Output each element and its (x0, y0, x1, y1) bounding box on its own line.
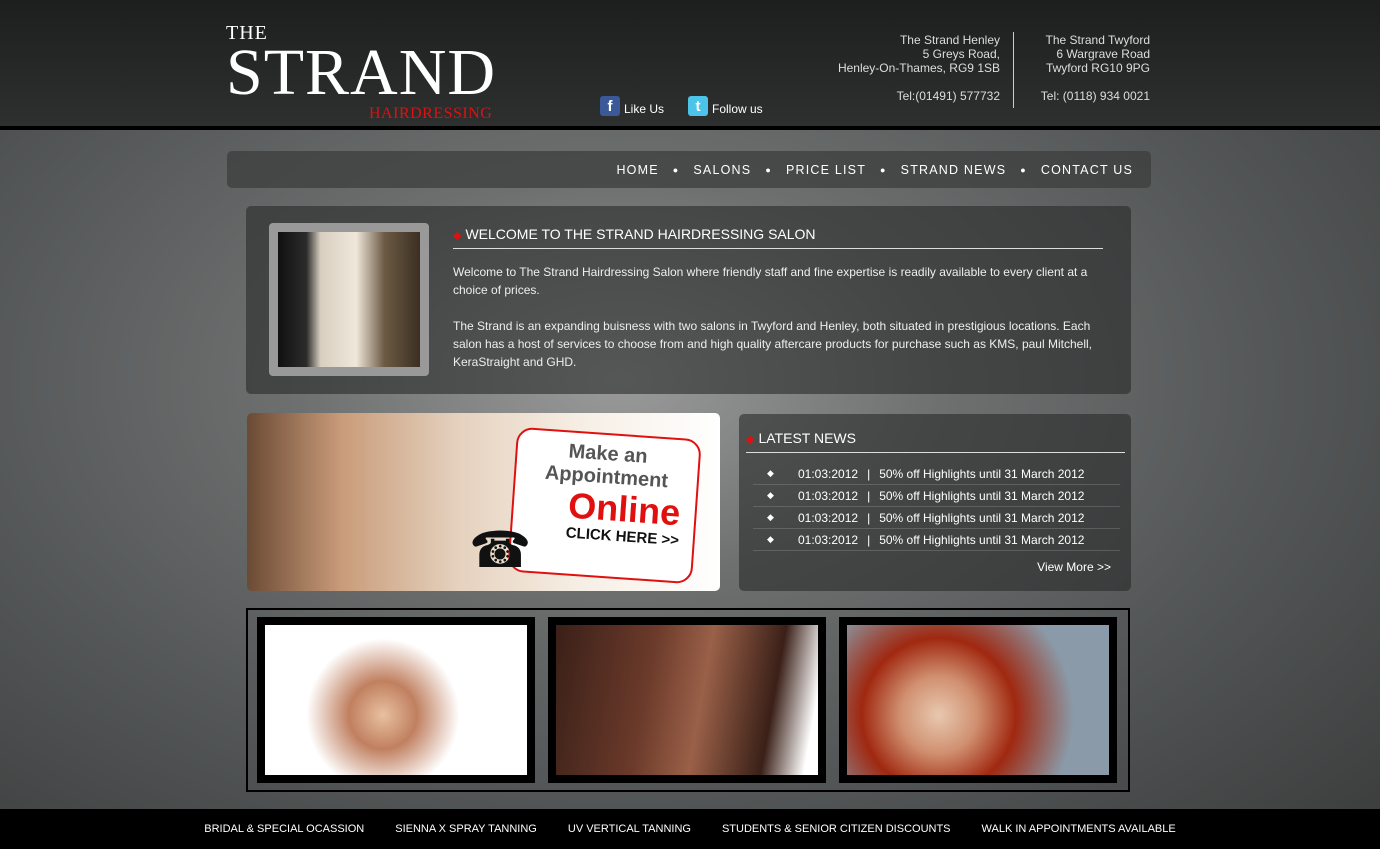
facebook-label: Like Us (624, 102, 665, 116)
news-text: 50% off Highlights until 31 March 2012 (879, 510, 1085, 525)
gallery-photo-3[interactable] (839, 617, 1117, 783)
welcome-paragraph-1: Welcome to The Strand Hairdressing Salon… (453, 265, 1088, 297)
nav-contact-us[interactable]: CONTACT US (1041, 163, 1133, 177)
footer-item[interactable]: SIENNA X SPRAY TANNING (395, 823, 537, 835)
facebook-icon: f (600, 96, 620, 116)
footer-item[interactable]: BRIDAL & SPECIAL OCASSION (204, 823, 364, 835)
welcome-panel: ◆ WELCOME TO THE STRAND HAIRDRESSING SALO… (246, 206, 1131, 394)
news-text: 50% off Highlights until 31 March 2012 (879, 488, 1085, 503)
news-item[interactable]: ◆ 01:03:2012 | 50% off Highlights until 31 … (753, 529, 1120, 551)
footer-item[interactable]: WALK IN APPOINTMENTS AVAILABLE (982, 823, 1176, 835)
view-more-link[interactable]: View More >> (746, 560, 1125, 574)
salon-twyford-address: The Strand Twyford 6 Wargrave Road Twyford… (1040, 33, 1150, 103)
news-item[interactable]: ◆ 01:03:2012 | 50% off Highlights until 31 … (753, 507, 1120, 529)
news-date: 01:03:2012 (798, 510, 859, 525)
news-date: 01:03:2012 (798, 466, 859, 481)
nav-home[interactable]: HOME (616, 163, 658, 177)
bullet-icon: ◆ (767, 512, 774, 522)
latest-news-panel: ◆ LATEST NEWS ◆ 01:03:2012 | 50% off Highlig… (739, 414, 1131, 591)
salon-interior-image (278, 232, 420, 367)
bullet-icon: ◆ (767, 490, 774, 500)
welcome-paragraph-2: The Strand is an expanding buisness with… (453, 319, 1092, 369)
footer-services: BRIDAL & SPECIAL OCASSION SIENNA X SPRAY… (0, 809, 1380, 849)
footer-item[interactable]: UV VERTICAL TANNING (568, 823, 691, 835)
twitter-link[interactable]: t Follow us (688, 96, 763, 116)
header: THE STRAND HAIRDRESSING f Like Us t Foll… (0, 0, 1380, 130)
nav-strand-news[interactable]: STRAND NEWS (901, 163, 1007, 177)
gallery-photo-2[interactable] (548, 617, 826, 783)
welcome-title: ◆ WELCOME TO THE STRAND HAIRDRESSING SALO… (453, 226, 816, 242)
salon-photo-frame (269, 223, 429, 376)
appointment-card: Make an Appointment Online CLICK HERE >> (507, 426, 702, 585)
appointment-banner[interactable]: Make an Appointment Online CLICK HERE >>… (247, 413, 720, 591)
telephone-icon: ☎ (469, 522, 532, 578)
gallery-photo-1[interactable] (257, 617, 535, 783)
bullet-icon: ◆ (767, 468, 774, 478)
nav-price-list[interactable]: PRICE LIST (786, 163, 866, 177)
news-text: 50% off Highlights until 31 March 2012 (879, 532, 1085, 547)
news-item[interactable]: ◆ 01:03:2012 | 50% off Highlights until 31 … (753, 463, 1120, 485)
salon-henley-address: The Strand Henley 5 Greys Road, Henley-On-… (837, 33, 1000, 103)
main-nav: HOME ● SALONS ● PRICE LIST ● STRAND NEWS ● C… (227, 151, 1151, 188)
news-text: 50% off Highlights until 31 March 2012 (879, 466, 1085, 481)
bullet-icon: ◆ (767, 534, 774, 544)
news-date: 01:03:2012 (798, 532, 859, 547)
news-title: ◆ LATEST NEWS (746, 430, 856, 446)
nav-salons[interactable]: SALONS (693, 163, 751, 177)
news-date: 01:03:2012 (798, 488, 859, 503)
twitter-icon: t (688, 96, 708, 116)
divider (1013, 32, 1014, 108)
logo-strand: STRAND (226, 36, 497, 109)
footer-item[interactable]: STUDENTS & SENIOR CITIZEN DISCOUNTS (722, 823, 951, 835)
logo-hairdressing: HAIRDRESSING (369, 105, 493, 122)
logo[interactable]: THE STRAND HAIRDRESSING (226, 22, 497, 122)
facebook-link[interactable]: f Like Us (600, 96, 664, 116)
twitter-label: Follow us (712, 102, 763, 116)
news-item[interactable]: ◆ 01:03:2012 | 50% off Highlights until 31 … (753, 485, 1120, 507)
